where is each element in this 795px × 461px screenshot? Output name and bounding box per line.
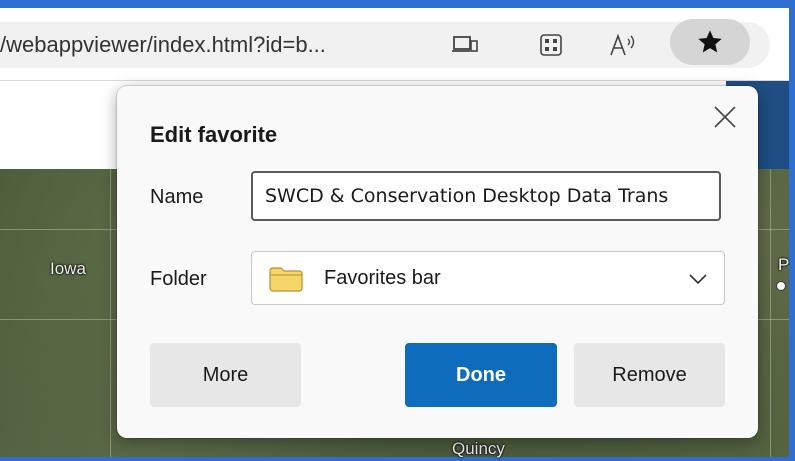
address-bar-url[interactable]: /webappviewer/index.html?id=b... [0, 22, 326, 68]
name-field[interactable]: SWCD & Conservation Desktop Data Trans [251, 171, 721, 221]
dialog-title: Edit favorite [150, 122, 278, 147]
done-button[interactable]: Done [405, 343, 557, 407]
close-icon[interactable] [708, 100, 742, 134]
folder-label: Folder [150, 268, 207, 290]
edit-favorite-dialog: Edit favorite Name SWCD & Conservation D… [117, 86, 758, 438]
map-road [770, 169, 771, 457]
folder-dropdown[interactable]: Favorites bar [251, 251, 725, 305]
window-frame-top [0, 0, 795, 8]
map-road [110, 169, 111, 457]
remove-button[interactable]: Remove [574, 343, 725, 407]
read-aloud-icon[interactable] [600, 22, 646, 68]
map-label-edge: P [778, 255, 790, 274]
device-icon[interactable] [442, 22, 488, 68]
window-frame-bottom [0, 457, 795, 461]
more-button[interactable]: More [150, 343, 301, 407]
map-city-marker [776, 281, 786, 291]
map-label-iowa: Iowa [50, 259, 86, 278]
folder-selected-value: Favorites bar [324, 267, 441, 289]
name-label: Name [150, 186, 204, 208]
favorite-star-icon[interactable] [670, 19, 750, 65]
apps-icon[interactable] [528, 22, 574, 68]
address-bar[interactable]: /webappviewer/index.html?id=b... [0, 22, 770, 68]
window-frame-right [789, 0, 795, 461]
map-label-quincy: Quincy [452, 439, 505, 458]
folder-icon [268, 266, 304, 297]
chevron-down-icon [688, 269, 708, 294]
